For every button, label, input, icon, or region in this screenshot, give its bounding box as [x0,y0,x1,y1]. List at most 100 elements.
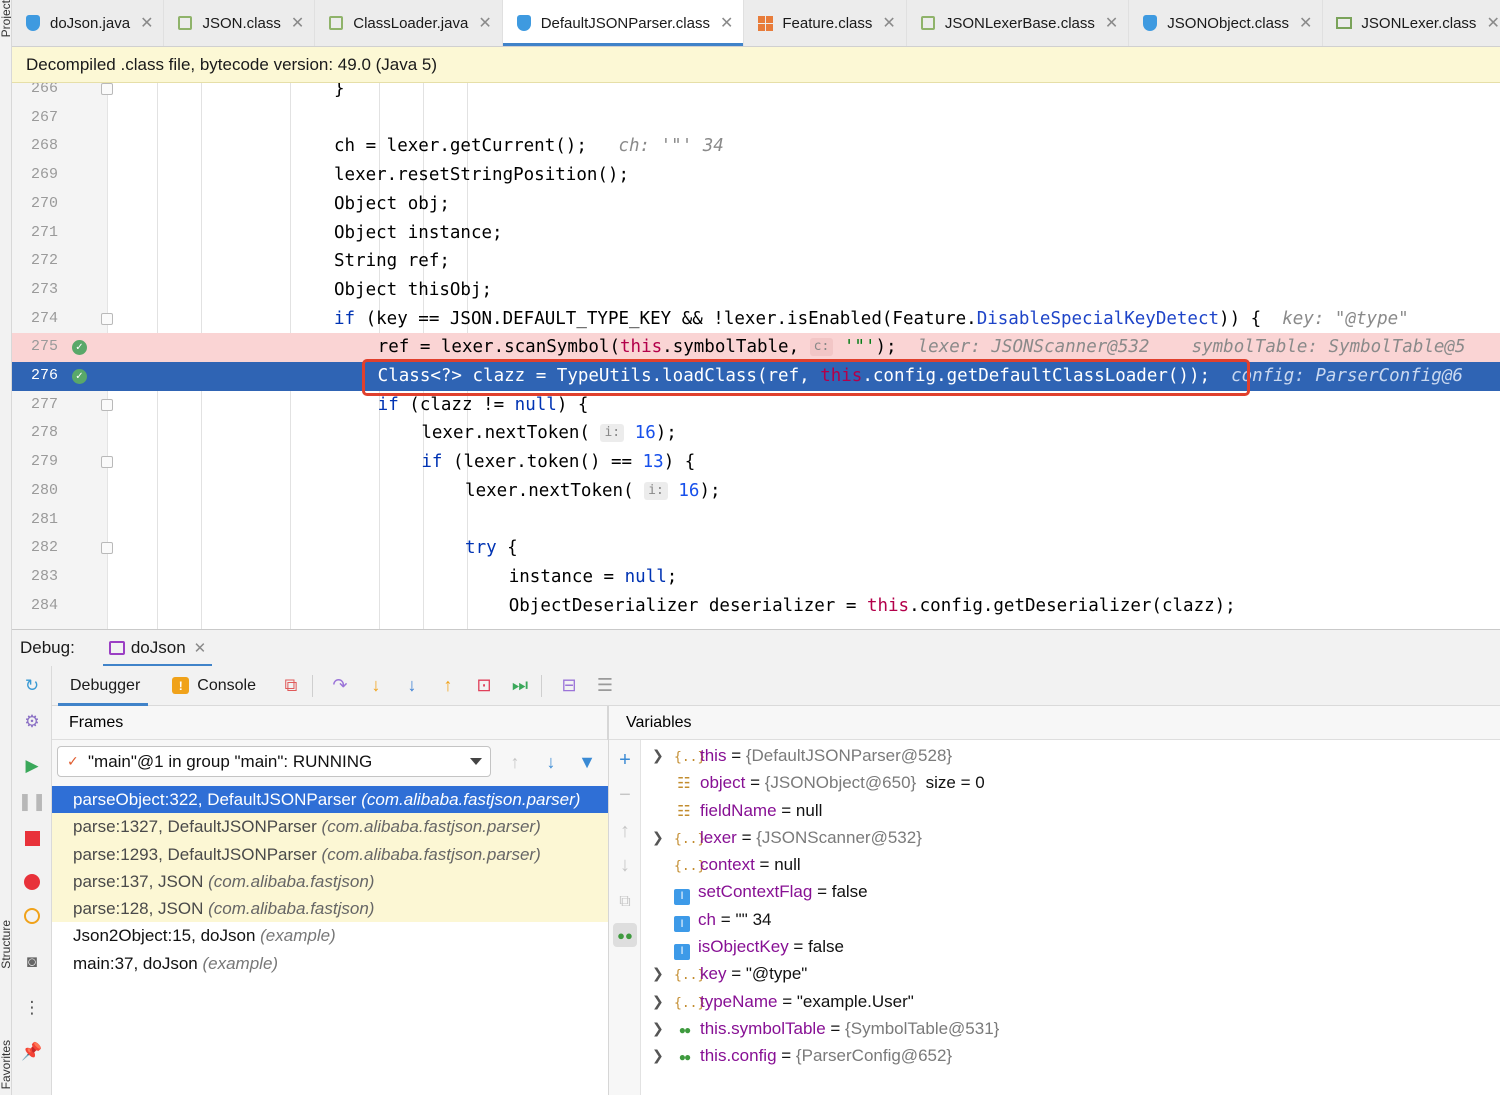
pause-icon[interactable]: ❚❚ [18,790,47,814]
editor-tab[interactable]: Feature.class ✕ [744,0,907,46]
editor-tab[interactable]: JSONLexerBase.class ✕ [907,0,1130,46]
code-text[interactable]: instance = null; [108,563,1500,592]
next-frame-arrow-down-icon[interactable]: ↓ [540,751,562,773]
variable-row[interactable]: {..}context = null [642,851,1500,878]
stack-frame[interactable]: parseObject:322, DefaultJSONParser (com.… [52,786,608,814]
code-text[interactable]: lexer.resetStringPosition(); [108,161,1500,190]
code-text[interactable]: Object thisObj; [108,276,1500,305]
previous-frame-arrow-up-icon[interactable]: ↑ [504,751,526,773]
close-icon[interactable]: ✕ [140,13,153,33]
code-text[interactable]: if (lexer.token() == 13) { [108,448,1500,477]
code-text[interactable]: lexer.nextToken( i: 16); [108,419,1500,448]
variable-row[interactable]: ❯ ●● this.config = {ParserConfig@652} [642,1042,1500,1069]
stack-frame[interactable]: main:37, doJson (example) [52,950,608,977]
code-line[interactable]: 281 [12,506,1500,535]
code-line[interactable]: 275 ref = lexer.scanSymbol(this.symbolTab… [12,333,1500,362]
more-options-icon[interactable]: ⋮ [20,996,44,1020]
variable-row[interactable]: ☷ object = {JSONObject@650} size = 0 [642,769,1500,796]
code-text[interactable]: if (clazz != null) { [108,391,1500,420]
stack-frame[interactable]: parse:1293, DefaultJSONParser (com.aliba… [52,840,608,868]
pin-icon[interactable]: 📌 [20,1040,44,1064]
close-icon[interactable]: ✕ [291,13,304,33]
code-text[interactable]: Object instance; [108,219,1500,248]
fold-marker-icon[interactable] [101,542,113,555]
code-text[interactable]: ch = lexer.getCurrent(); ch: '"' 34 [108,132,1500,161]
favorites-tool-tab[interactable]: Favorites [0,1040,11,1089]
code-line[interactable]: 271 Object instance; [12,219,1500,248]
close-icon[interactable]: ✕ [1299,13,1312,33]
code-line[interactable]: 277 if (clazz != null) { [12,391,1500,420]
add-watch-plus-icon[interactable]: + [613,748,637,772]
code-text[interactable]: ref = lexer.scanSymbol(this.symbolTable,… [108,333,1500,362]
duplicate-watch-icon[interactable]: ⧉ [613,890,637,914]
code-line[interactable]: 269 lexer.resetStringPosition(); [12,161,1500,190]
force-step-into-icon[interactable]: ↓ [397,672,427,700]
variable-row[interactable]: Ich = '"' 34 [642,906,1500,933]
code-line[interactable]: 268 ch = lexer.getCurrent(); ch: '"' 34 [12,132,1500,161]
step-over-icon[interactable]: ↷ [325,672,355,700]
code-text[interactable]: lexer.nextToken( i: 16); [108,477,1500,506]
code-text[interactable]: String ref; [108,247,1500,276]
editor-tab[interactable]: doJson.java ✕ [12,0,165,46]
fold-marker-icon[interactable] [101,83,113,95]
mute-breakpoints-icon[interactable] [20,904,44,928]
step-into-icon[interactable]: ↓ [361,672,391,700]
stop-icon[interactable] [20,826,44,850]
code-line[interactable]: 279 if (lexer.token() == 13) { [12,448,1500,477]
editor-tab[interactable]: ClassLoader.java ✕ [315,0,503,46]
code-text[interactable] [108,506,1500,535]
remove-watch-minus-icon[interactable]: − [613,783,637,807]
breakpoint-check-icon[interactable]: ✓ [72,369,87,384]
variable-row[interactable]: ❯ {..}typeName = "example.User" [642,988,1500,1015]
editor-tab[interactable]: JSONLexer.class ✕ [1323,0,1500,46]
stack-frame[interactable]: parse:137, JSON (com.alibaba.fastjson) [52,867,608,896]
code-text[interactable] [108,104,1500,133]
structure-tool-tab[interactable]: Structure [0,920,11,969]
code-line[interactable]: 273 Object thisObj; [12,276,1500,305]
variable-row[interactable]: ❯ ●● this.symbolTable = {SymbolTable@531} [642,1015,1500,1042]
editor-tab[interactable]: JSONObject.class ✕ [1129,0,1324,46]
fold-marker-icon[interactable] [101,398,113,411]
move-down-arrow-icon[interactable]: ↓ [613,853,637,877]
settings-gear-icon[interactable]: ⚙ [20,710,44,734]
editor-tab[interactable]: JSON.class ✕ [164,0,316,46]
expand-chevron-icon[interactable]: ❯ [652,1042,664,1069]
variable-row[interactable]: ☷ fieldName = null [642,797,1500,824]
tab-debugger[interactable]: Debugger [52,666,154,706]
expand-chevron-icon[interactable]: ❯ [652,824,664,851]
close-icon[interactable]: ✕ [478,13,491,33]
code-line[interactable]: 283 instance = null; [12,563,1500,592]
code-text[interactable]: if (key == JSON.DEFAULT_TYPE_KEY && !lex… [108,305,1500,334]
show-execution-point-icon[interactable]: ⧉ [276,672,306,700]
variable-row[interactable]: ❯ {..}lexer = {JSONScanner@532} [642,824,1500,851]
close-icon[interactable]: ✕ [1105,13,1118,33]
expand-chevron-icon[interactable]: ❯ [652,988,664,1015]
stack-frame[interactable]: parse:1327, DefaultJSONParser (com.aliba… [52,813,608,841]
stack-frame[interactable]: Json2Object:15, doJson (example) [52,922,608,949]
code-line[interactable]: 278 lexer.nextToken( i: 16); [12,419,1500,448]
fold-marker-icon[interactable] [101,456,113,469]
editor-tab[interactable]: DefaultJSONParser.class ✕ [502,0,745,46]
variable-row[interactable]: ❯ {..}this = {DefaultJSONParser@528} [642,742,1500,769]
variable-row[interactable]: IisObjectKey = false [642,933,1500,960]
code-line[interactable]: 267 [12,104,1500,133]
code-line[interactable]: 270 Object obj; [12,190,1500,219]
rerun-icon[interactable]: ↻ [20,674,44,698]
code-text[interactable]: ObjectDeserializer deserializer = this.c… [108,592,1500,621]
expand-chevron-icon[interactable]: ❯ [652,1015,664,1042]
camera-icon[interactable]: ◙ [20,950,44,974]
code-line[interactable]: 266} [12,83,1500,104]
close-icon[interactable]: ✕ [194,639,207,657]
close-icon[interactable]: ✕ [720,13,733,33]
code-line[interactable]: 284 ObjectDeserializer deserializer = thi… [12,592,1500,621]
variable-row[interactable]: IsetContextFlag = false [642,878,1500,906]
code-editor[interactable]: 266} 267 268 ch = lexer.getCurrent(); ch: '… [12,83,1500,629]
code-line[interactable]: 282 try { [12,534,1500,563]
code-text[interactable]: Class<?> clazz = TypeUtils.loadClass(ref… [108,362,1500,391]
show-watches-glasses-icon[interactable]: ●● [613,923,637,947]
thread-dropdown[interactable]: ✓ "main"@1 in group "main": RUNNING [57,746,491,777]
view-breakpoints-icon[interactable] [20,870,44,894]
code-line[interactable]: 274 if (key == JSON.DEFAULT_TYPE_KEY && !… [12,305,1500,334]
stack-frame[interactable]: parse:128, JSON (com.alibaba.fastjson) [52,895,608,923]
code-text[interactable]: } [108,83,1500,104]
